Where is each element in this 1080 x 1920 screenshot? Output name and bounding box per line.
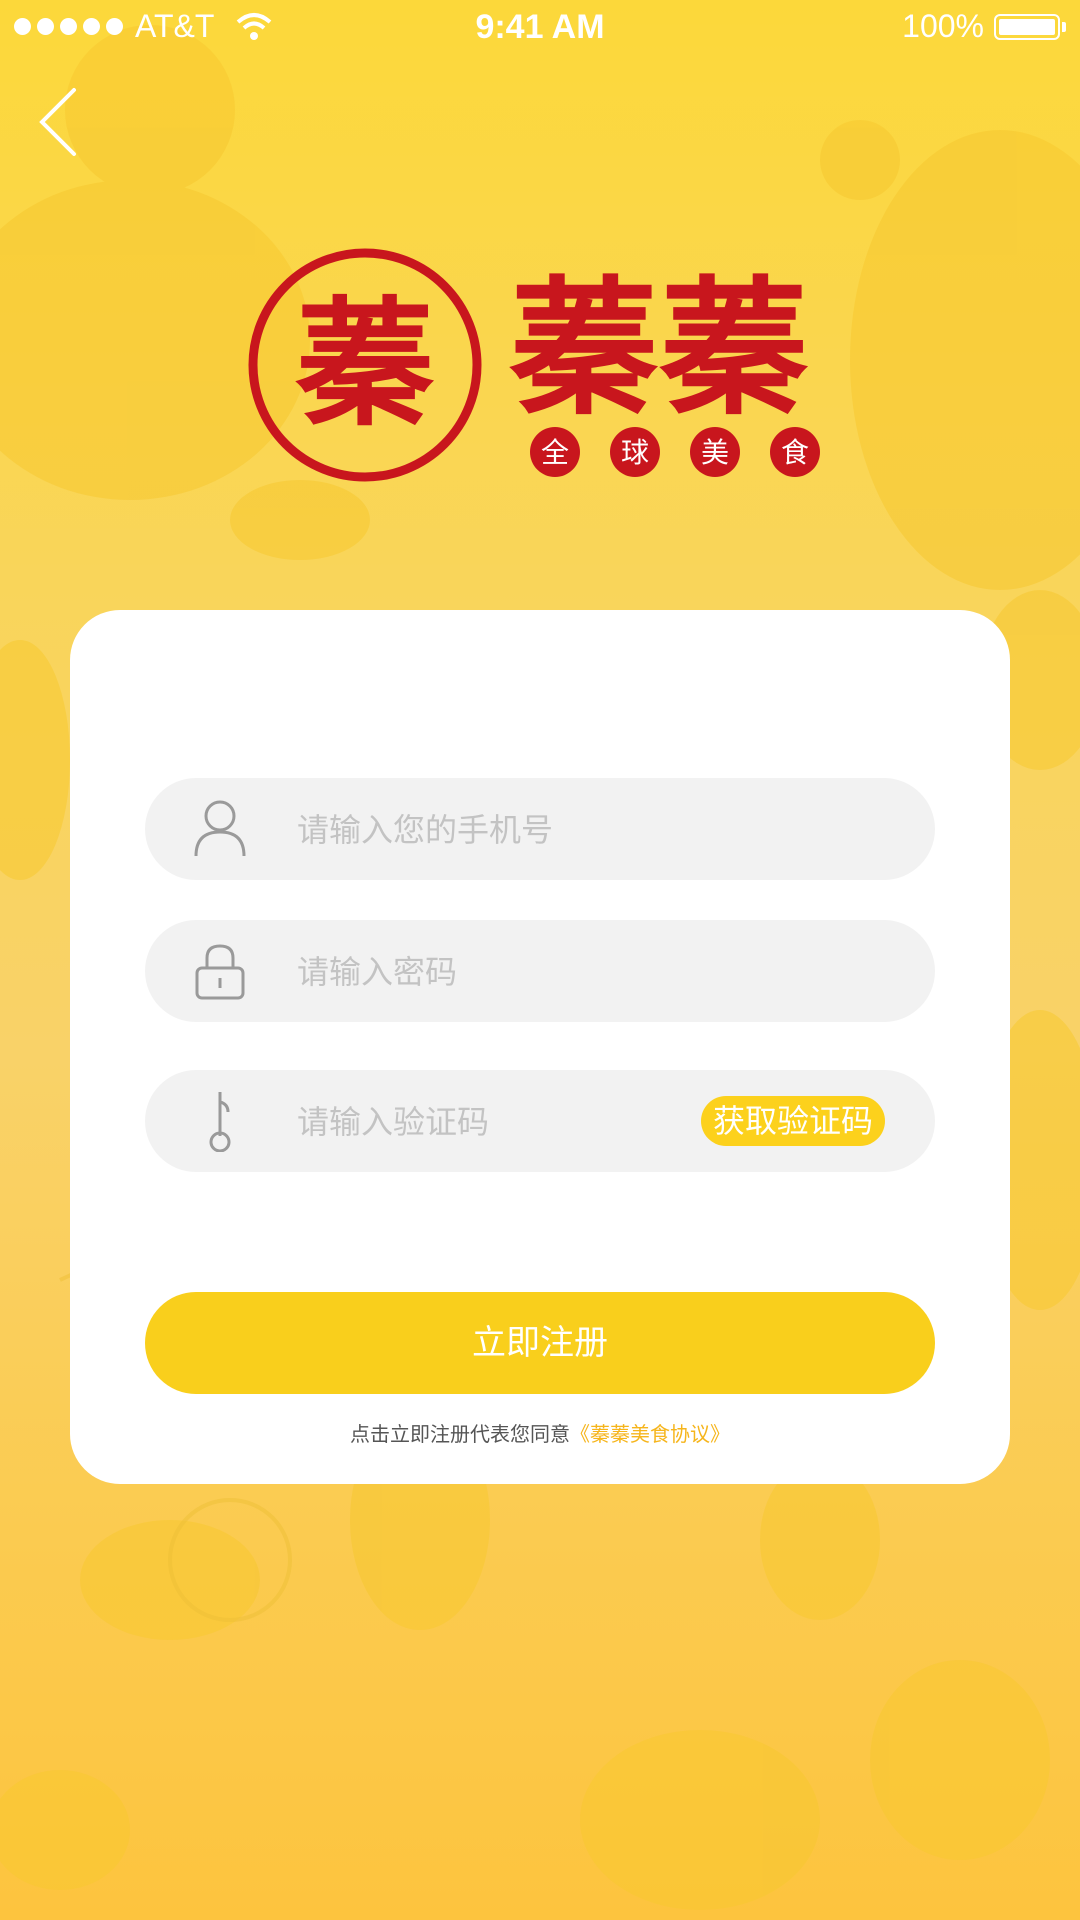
key-icon — [209, 1092, 231, 1152]
brand-name: 蓁蓁 — [509, 261, 810, 435]
phone-field[interactable] — [145, 778, 935, 882]
battery-percent: 100% — [902, 8, 984, 44]
brand-tag: 美 — [701, 436, 729, 469]
seal-character: 蓁 — [295, 282, 435, 445]
get-code-button[interactable]: 获取验证码 — [700, 1096, 885, 1146]
brand-logo: 蓁 蓁蓁 全 球 美 食 — [245, 240, 835, 490]
status-bar: AT&T 9:41 AM 100% — [0, 0, 1080, 56]
agreement-link[interactable]: 《蓁蓁美食协议》 — [570, 1422, 730, 1446]
password-input[interactable] — [295, 920, 719, 1024]
brand-tag: 球 — [621, 436, 649, 469]
battery-icon — [994, 13, 1060, 40]
brand-tag: 全 — [541, 436, 569, 469]
user-icon — [194, 800, 246, 857]
lock-icon — [195, 944, 245, 1000]
brand-tag: 食 — [781, 436, 809, 469]
back-button[interactable] — [28, 80, 98, 160]
register-button[interactable]: 立即注册 — [145, 1292, 935, 1394]
chevron-left-icon — [39, 88, 76, 156]
agreement-prefix: 点击立即注册代表您同意 — [350, 1422, 570, 1446]
phone-input[interactable] — [295, 778, 719, 882]
password-field[interactable] — [145, 920, 935, 1024]
agreement-text: 点击立即注册代表您同意《蓁蓁美食协议》 — [70, 1418, 1010, 1447]
register-card: 获取验证码 立即注册 点击立即注册代表您同意《蓁蓁美食协议》 — [70, 610, 1010, 1484]
code-input[interactable] — [295, 1070, 679, 1174]
code-field[interactable]: 获取验证码 — [145, 1070, 935, 1174]
